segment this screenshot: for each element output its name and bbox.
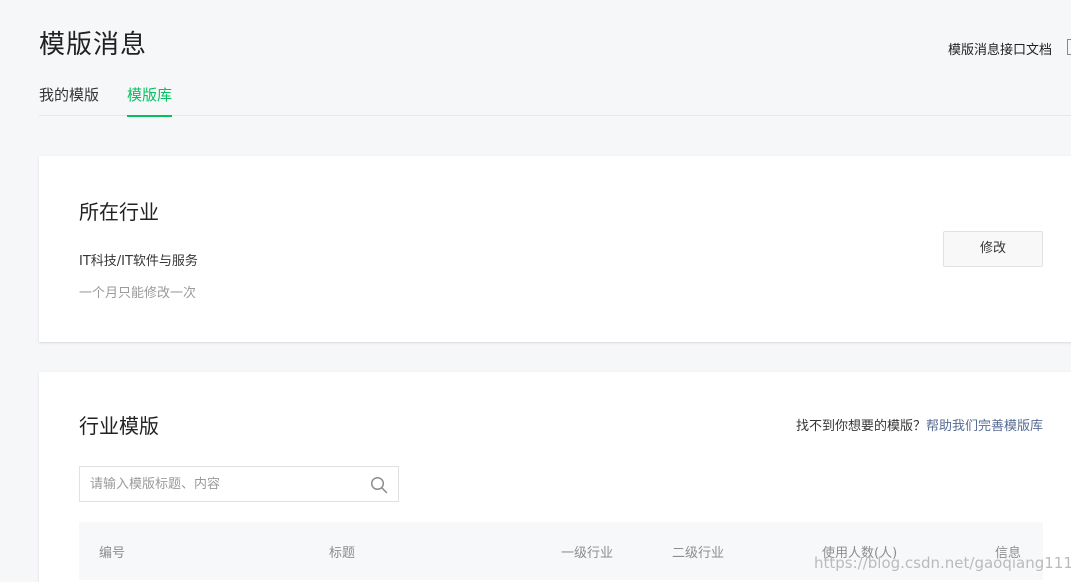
watermark: https://blog.csdn.net/gaoqiang1112 <box>814 554 1071 572</box>
templates-card: 行业模版 找不到你想要的模版？帮助我们完善模版库 编号 标题 一级行业 二级行业… <box>39 372 1071 582</box>
page: 模版消息 模版消息接口文档 我的模版 模版库 所在行业 IT科技/IT软件与服务… <box>0 0 1071 582</box>
industry-title: 所在行业 <box>79 200 159 224</box>
tab-my-templates[interactable]: 我的模版 <box>39 84 99 116</box>
industry-value: IT科技/IT软件与服务 <box>79 254 198 269</box>
column-header-secondary-industry: 二级行业 <box>672 546 725 561</box>
tab-template-library[interactable]: 模版库 <box>127 84 173 117</box>
help-row: 找不到你想要的模版？帮助我们完善模版库 <box>796 415 1043 434</box>
column-header-primary-industry: 一级行业 <box>561 546 614 561</box>
tab-bar: 我的模版 模版库 <box>39 84 1071 117</box>
column-header-title: 标题 <box>329 546 356 561</box>
templates-title: 行业模版 <box>79 414 159 438</box>
search-box <box>79 466 399 502</box>
search-icon[interactable] <box>370 476 388 494</box>
page-title: 模版消息 <box>39 30 148 60</box>
edit-industry-button[interactable]: 修改 <box>943 231 1043 267</box>
doc-link[interactable]: 模版消息接口文档 <box>948 39 1052 58</box>
help-text: 找不到你想要的模版？ <box>795 419 926 434</box>
column-header-id: 编号 <box>99 546 126 561</box>
search-input[interactable] <box>90 467 360 501</box>
help-link[interactable]: 帮助我们完善模版库 <box>926 419 1043 434</box>
industry-note: 一个月只能修改一次 <box>79 286 197 301</box>
industry-card: 所在行业 IT科技/IT软件与服务 一个月只能修改一次 修改 <box>39 156 1071 342</box>
external-link-icon[interactable] <box>1067 39 1071 55</box>
